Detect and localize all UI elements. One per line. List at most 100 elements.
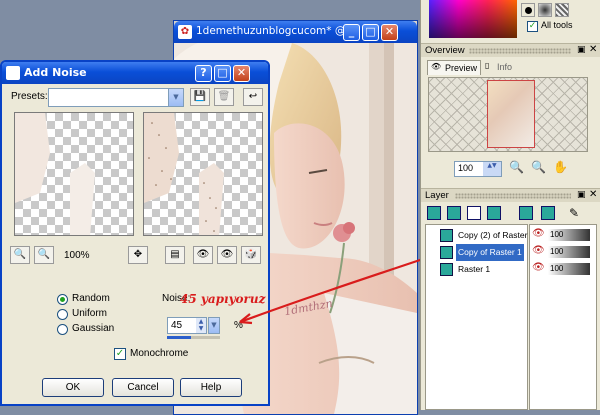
layers-opacity-column: 👁 100 👁 100 👁 100 xyxy=(529,224,597,410)
overview-hand-icon[interactable]: ✋ xyxy=(553,160,568,174)
color-spectrum[interactable] xyxy=(429,0,517,38)
overview-thumbnail[interactable] xyxy=(428,77,588,152)
save-preset-icon[interactable]: 💾 xyxy=(190,88,210,106)
noise-stepper[interactable]: ▲ ▼ xyxy=(196,318,206,333)
pattern-swatch-icon[interactable] xyxy=(555,3,569,17)
overview-grip xyxy=(469,48,571,54)
layer-opacity[interactable]: 100 xyxy=(548,229,590,241)
help-title-button[interactable]: ? xyxy=(195,65,212,82)
proof-icon[interactable]: ▤ xyxy=(165,246,185,264)
original-preview-image xyxy=(15,113,95,235)
percent-label: % xyxy=(234,320,243,331)
tab-info-label: Info xyxy=(497,62,513,72)
visibility-eye-icon[interactable]: 👁 xyxy=(532,228,545,239)
noise-dropdown-icon[interactable]: ▼ xyxy=(208,317,220,334)
delete-layer-icon[interactable] xyxy=(541,206,555,220)
layer-opacity-row: 👁 100 xyxy=(530,227,598,244)
overview-close-icon[interactable]: ✕ xyxy=(589,44,597,55)
layer-opacity[interactable]: 100 xyxy=(548,263,590,275)
radio-gaussian[interactable] xyxy=(57,324,68,335)
maximize-title-button[interactable]: □ xyxy=(214,65,231,82)
noise-value: 45 xyxy=(171,320,183,331)
tab-preview-label: Preview xyxy=(445,63,478,73)
visibility-eye-icon[interactable]: 👁 xyxy=(532,245,545,256)
close-title-button[interactable]: ✕ xyxy=(233,65,250,82)
pan-icon[interactable]: ✥ xyxy=(128,246,148,264)
radio-gaussian-label: Gaussian xyxy=(72,323,115,334)
app-icon: ✿ xyxy=(178,25,192,39)
overview-zoom-stepper[interactable]: ▲▼ xyxy=(483,162,501,176)
image-window-titlebar[interactable]: ✿ 1demethuzunblogcucom* @ ... _ □ ✕ xyxy=(174,21,417,43)
info-tab-icon: ▯ xyxy=(485,61,490,70)
tab-info[interactable]: ▯ Info xyxy=(483,61,523,75)
layer-thumbnail-icon xyxy=(440,246,453,259)
visibility-eye-icon[interactable]: 👁 xyxy=(532,262,545,273)
new-vector-layer-icon[interactable] xyxy=(447,206,461,220)
chevron-down-icon[interactable]: ▼ xyxy=(168,89,183,106)
original-preview[interactable] xyxy=(14,112,134,236)
layers-title: Layer xyxy=(425,190,449,201)
image-window-title: 1demethuzunblogcucom* @ ... xyxy=(196,25,359,37)
close-button[interactable]: ✕ xyxy=(381,24,398,41)
layer-name: Copy (2) of Raster xyxy=(458,230,528,240)
layer-row[interactable]: Raster 1 xyxy=(426,261,525,278)
add-noise-dialog: Add Noise ? □ ✕ Presets: ▼ 💾 🗑 ↩ 🔍 🔍 100… xyxy=(0,60,270,406)
presets-label: Presets: xyxy=(11,91,48,102)
monochrome-checkbox[interactable]: ✓ xyxy=(114,348,126,360)
layer-opacity[interactable]: 100 xyxy=(548,246,590,258)
tab-preview[interactable]: 👁 Preview xyxy=(427,60,481,75)
layers-grip xyxy=(455,193,571,199)
minimize-button[interactable]: _ xyxy=(343,24,360,41)
layers-header[interactable]: Layer ▣ ✕ xyxy=(421,188,600,202)
layer-thumbnail-icon xyxy=(440,263,453,276)
overview-zoom-input[interactable]: 100 ▲▼ xyxy=(454,161,502,177)
delete-preset-icon[interactable]: 🗑 xyxy=(214,88,234,106)
noise-slider-fill xyxy=(167,336,191,339)
layer-opacity-row: 👁 100 xyxy=(530,244,598,261)
gradient-swatch-icon[interactable] xyxy=(538,3,552,17)
new-raster-layer-icon[interactable] xyxy=(427,206,441,220)
overview-header[interactable]: Overview ▣ ✕ xyxy=(421,43,600,57)
layers-pin-icon[interactable]: ▣ xyxy=(577,190,586,200)
help-button[interactable]: Help xyxy=(180,378,242,397)
radio-random[interactable] xyxy=(57,294,68,305)
radio-uniform-label: Uniform xyxy=(72,308,108,319)
radio-uniform[interactable] xyxy=(57,309,68,320)
result-preview[interactable] xyxy=(143,112,263,236)
new-group-layer-icon[interactable] xyxy=(487,206,501,220)
auto-proof-icon[interactable]: 👁 xyxy=(193,246,213,264)
zoom-out-icon[interactable]: 🔍 xyxy=(10,246,30,264)
noise-input[interactable]: 45 ▲ ▼ xyxy=(167,317,207,334)
overview-title: Overview xyxy=(425,45,465,56)
zoom-level: 100% xyxy=(64,250,90,261)
overview-pin-icon[interactable]: ▣ xyxy=(577,45,586,55)
layer-row[interactable]: Copy of Raster 1 xyxy=(426,244,525,261)
zoom-in-icon[interactable]: 🔍 xyxy=(34,246,54,264)
monochrome-label: Monochrome xyxy=(130,348,189,359)
dialog-icon xyxy=(6,66,20,80)
layer-properties-icon[interactable]: ✎ xyxy=(569,206,579,220)
add-noise-title: Add Noise xyxy=(24,66,87,79)
add-noise-titlebar[interactable]: Add Noise ? □ ✕ xyxy=(2,62,268,84)
result-preview-image xyxy=(144,113,224,235)
black-swatch-icon[interactable] xyxy=(521,3,535,17)
overview-zoom-in-icon[interactable]: 🔍 xyxy=(531,160,546,174)
presets-dropdown[interactable]: ▼ xyxy=(48,88,184,107)
cancel-button[interactable]: Cancel xyxy=(112,378,174,397)
layers-close-icon[interactable]: ✕ xyxy=(589,189,597,200)
maximize-button[interactable]: □ xyxy=(362,24,379,41)
layer-opacity-row: 👁 100 xyxy=(530,261,598,278)
ok-button[interactable]: OK xyxy=(42,378,104,397)
duplicate-layer-icon[interactable] xyxy=(519,206,533,220)
preview-eye-tab-icon: 👁 xyxy=(431,62,442,71)
layer-row[interactable]: Copy (2) of Raster xyxy=(426,227,527,244)
all-tools-checkbox[interactable]: ✓ xyxy=(527,21,538,32)
overview-zoom-out-icon[interactable]: 🔍 xyxy=(509,160,524,174)
preview-eye-icon[interactable]: 👁 xyxy=(217,246,237,264)
layer-name: Raster 1 xyxy=(458,264,491,274)
reset-icon[interactable]: ↩ xyxy=(243,88,263,106)
new-mask-layer-icon[interactable] xyxy=(467,206,481,220)
radio-random-label: Random xyxy=(72,293,110,304)
annotation-text: 45 yapıyoruz xyxy=(180,292,266,306)
randomize-icon[interactable]: 🎲 xyxy=(241,246,261,264)
